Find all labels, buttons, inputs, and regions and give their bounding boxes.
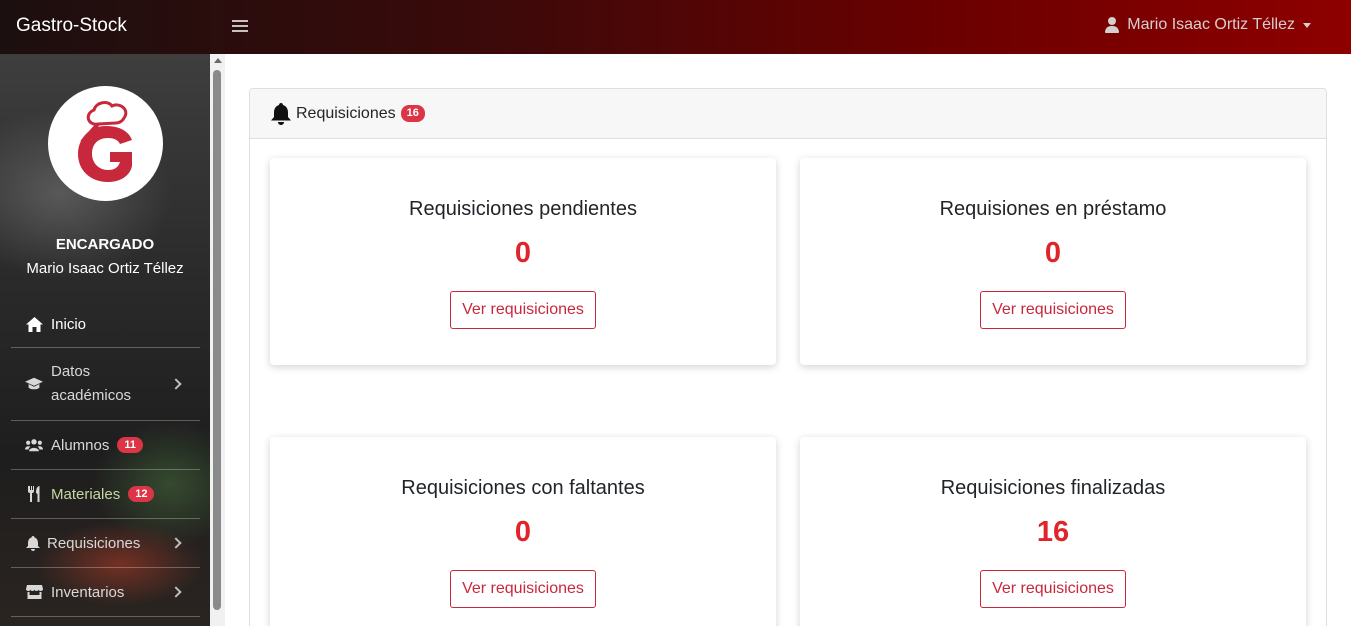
sidebar-item-inicio[interactable]: Inicio bbox=[11, 302, 200, 348]
brand-title[interactable]: Gastro-Stock bbox=[16, 15, 127, 37]
chevron-right-icon bbox=[170, 586, 182, 598]
sidebar-item-label: Inicio bbox=[51, 316, 87, 333]
sidebar-item-inventarios[interactable]: Inventarios bbox=[11, 568, 200, 617]
sidebar-item-label: Datos académicos bbox=[51, 363, 132, 404]
user-dropdown[interactable]: Mario Isaac Ortiz Téllez bbox=[1104, 16, 1311, 34]
user-icon bbox=[1104, 16, 1120, 34]
bell-icon bbox=[24, 535, 42, 551]
bell-icon bbox=[269, 102, 293, 126]
sidebar-item-datos-academicos[interactable]: Datos académicos bbox=[11, 348, 200, 421]
scroll-up-arrow-icon[interactable] bbox=[214, 58, 222, 63]
panel-count-badge: 16 bbox=[400, 105, 425, 122]
chevron-right-icon bbox=[170, 378, 182, 390]
card-requisiciones-finalizadas: Requisiciones finalizadas 16 Ver requisi… bbox=[800, 437, 1306, 626]
store-icon bbox=[25, 584, 43, 600]
count-badge: 12 bbox=[128, 486, 155, 502]
panel-header: Requisiciones 16 bbox=[250, 89, 1326, 139]
graduation-cap-icon bbox=[25, 376, 43, 392]
sidebar-user-name: Mario Isaac Ortiz Téllez bbox=[26, 260, 184, 277]
users-icon bbox=[25, 437, 43, 453]
utensils-icon bbox=[25, 486, 43, 502]
sidebar-nav: Inicio Datos académicos Alumnos 11 Mater… bbox=[11, 302, 200, 617]
caret-down-icon bbox=[1303, 22, 1311, 28]
count-badge: 11 bbox=[117, 437, 143, 453]
card-requisiciones-pendientes: Requisiciones pendientes 0 Ver requisici… bbox=[270, 158, 776, 365]
home-icon bbox=[25, 317, 43, 333]
user-role: ENCARGADO bbox=[55, 236, 155, 253]
hamburger-menu-icon[interactable] bbox=[232, 18, 248, 36]
card-count: 0 bbox=[514, 516, 532, 548]
card-requisiciones-con-faltantes: Requisiciones con faltantes 0 Ver requis… bbox=[270, 437, 776, 626]
gastro-logo-icon bbox=[77, 100, 132, 182]
panel-title: Requisiciones bbox=[296, 104, 396, 122]
card-requisiones-en-prestamo: Requisiones en préstamo 0 Ver requisicio… bbox=[800, 158, 1306, 365]
sidebar-scrollbar[interactable] bbox=[210, 54, 225, 626]
ver-requisiciones-button[interactable]: Ver requisiciones bbox=[450, 570, 596, 608]
chevron-right-icon bbox=[170, 537, 182, 549]
top-navbar: Gastro-Stock Mario Isaac Ortiz Téllez bbox=[0, 0, 1351, 54]
ver-requisiciones-button[interactable]: Ver requisiciones bbox=[450, 291, 596, 329]
user-dropdown-label: Mario Isaac Ortiz Téllez bbox=[1127, 16, 1295, 33]
avatar bbox=[48, 86, 163, 201]
sidebar-item-requisiciones[interactable]: Requisiciones bbox=[11, 519, 200, 568]
card-count: 0 bbox=[514, 237, 532, 269]
sidebar-item-label: Alumnos bbox=[51, 436, 110, 454]
sidebar-item-alumnos[interactable]: Alumnos 11 bbox=[11, 421, 200, 470]
ver-requisiciones-button[interactable]: Ver requisiciones bbox=[980, 570, 1126, 608]
card-title: Requisiciones finalizadas bbox=[940, 477, 1166, 499]
scrollbar-thumb[interactable] bbox=[213, 70, 221, 610]
card-title: Requisiciones pendientes bbox=[409, 198, 637, 220]
card-title: Requisiones en préstamo bbox=[939, 198, 1167, 220]
card-count: 16 bbox=[1036, 516, 1070, 548]
sidebar-item-materiales[interactable]: Materiales 12 bbox=[11, 470, 200, 519]
ver-requisiciones-button[interactable]: Ver requisiciones bbox=[980, 291, 1126, 329]
card-count: 0 bbox=[1044, 237, 1062, 269]
sidebar-item-label: Inventarios bbox=[51, 583, 125, 601]
sidebar: ENCARGADO Mario Isaac Ortiz Téllez Inici… bbox=[0, 54, 225, 626]
card-title: Requisiciones con faltantes bbox=[401, 477, 645, 499]
sidebar-item-label: Requisiciones bbox=[47, 534, 141, 552]
sidebar-item-label: Materiales bbox=[51, 485, 121, 503]
